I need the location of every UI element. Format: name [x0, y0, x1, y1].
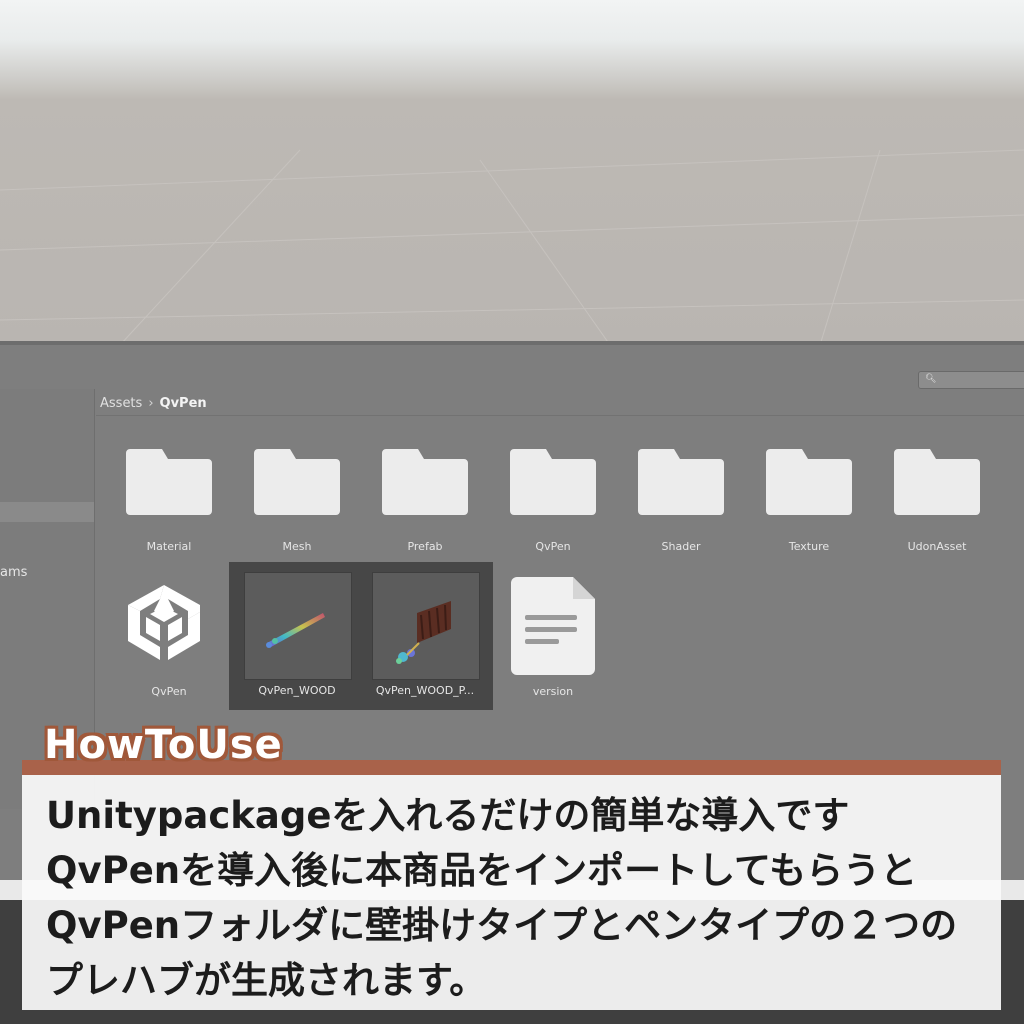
folder-mesh[interactable]: Mesh [237, 445, 357, 555]
folder-shader[interactable]: Shader [621, 445, 741, 555]
folder-label: Shader [661, 540, 701, 553]
chevron-right-icon: › [148, 396, 154, 411]
folder-icon [382, 449, 468, 515]
folder-prefab[interactable]: Prefab [365, 445, 485, 555]
prefab-thumbnail [372, 572, 480, 680]
folder-icon [894, 449, 980, 515]
folder-texture[interactable]: Texture [749, 445, 869, 555]
folder-icon [766, 449, 852, 515]
scene-grid [0, 149, 1024, 345]
folder-label: Texture [788, 540, 830, 553]
folder-qvpen[interactable]: QvPen [493, 445, 613, 555]
folder-material[interactable]: Material [109, 445, 229, 555]
breadcrumb-current[interactable]: QvPen [160, 396, 207, 411]
caption-line-3: QvPenフォルダに壁掛けタイプとペンタイプの２つの [46, 904, 958, 947]
scene-view[interactable] [0, 0, 1024, 345]
asset-label: version [532, 685, 574, 698]
breadcrumb-divider [96, 415, 1024, 416]
caption-line-1: Unitypackageを入れるだけの簡単な導入です [46, 794, 850, 837]
unity-logo-icon [128, 585, 200, 660]
search-icon: 🔍︎ [925, 374, 937, 384]
asset-label: QvPen [151, 685, 187, 698]
folder-tree-selected-row[interactable] [0, 502, 94, 522]
asset-label: QvPen_WOOD_P... [375, 684, 475, 697]
asset-version[interactable]: version [493, 575, 613, 698]
asset-qvpen-scene[interactable]: QvPen [109, 575, 229, 698]
folder-udonasset[interactable]: UdonAsset [877, 445, 997, 555]
wall-pen-model-icon [396, 601, 451, 664]
folder-icon [510, 449, 596, 515]
text-file-icon [511, 577, 595, 675]
asset-qvpen-wood[interactable]: QvPen_WOOD [237, 571, 357, 701]
folder-label: Mesh [282, 540, 312, 553]
folder-icon [126, 449, 212, 515]
folder-tree-item[interactable]: ams [0, 565, 27, 580]
pen-model-icon [266, 613, 325, 648]
search-input[interactable]: 🔍︎ [918, 371, 1024, 389]
asset-label: QvPen_WOOD [258, 684, 336, 697]
asset-qvpen-wood-p[interactable]: QvPen_WOOD_P... [365, 571, 485, 701]
folder-label: QvPen [535, 540, 571, 553]
folder-label: UdonAsset [907, 540, 967, 553]
breadcrumb: Assets › QvPen [100, 396, 207, 411]
folder-label: Prefab [407, 540, 443, 553]
howto-heading: HowToUse [44, 722, 283, 768]
folder-icon [638, 449, 724, 515]
caption-line-2: QvPenを導入後に本商品をインポートしてもらうと [46, 849, 918, 892]
caption-line-4: プレハブが生成されます。 [46, 959, 487, 1002]
breadcrumb-assets[interactable]: Assets [100, 396, 142, 411]
prefab-thumbnail [244, 572, 352, 680]
folder-icon [254, 449, 340, 515]
folder-label: Material [146, 540, 192, 553]
